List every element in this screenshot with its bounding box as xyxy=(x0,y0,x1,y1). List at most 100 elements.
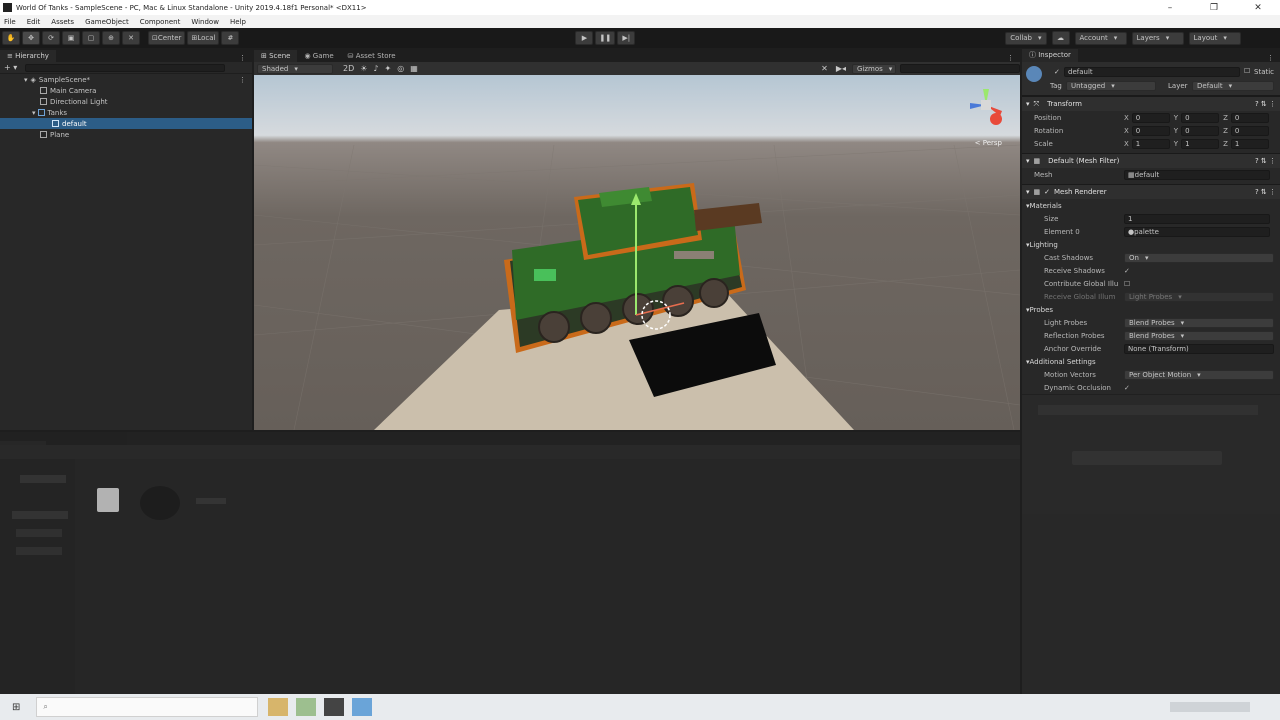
custom-tool-icon[interactable]: ✕ xyxy=(122,31,140,45)
menu-assets[interactable]: Assets xyxy=(51,18,74,26)
menu-help[interactable]: Help xyxy=(230,18,246,26)
expand-arrow-icon[interactable]: ▾ xyxy=(24,76,28,84)
camera-tools-icon[interactable]: ✕ xyxy=(821,64,828,73)
maximize-icon[interactable]: ❐ xyxy=(1192,3,1236,13)
object-name-field[interactable]: default xyxy=(1064,67,1240,77)
fold-arrow-icon[interactable]: ▾ xyxy=(1026,188,1030,196)
asset-thumbnail-mesh-icon[interactable] xyxy=(140,486,180,520)
taskbar-unity-icon[interactable] xyxy=(324,698,345,716)
component-settings-icon[interactable]: ? ⇅ ⋮ xyxy=(1255,100,1276,108)
add-icon[interactable]: + ▾ xyxy=(4,63,17,72)
panel-menu-icon[interactable]: ⋮ xyxy=(239,54,246,62)
anchor-override-field[interactable]: None (Transform) xyxy=(1124,343,1274,354)
receive-gi-dropdown[interactable]: Light Probes xyxy=(1124,291,1274,302)
static-checkbox[interactable]: ☐ xyxy=(1244,67,1250,75)
hidden-objects-icon[interactable]: ◎ xyxy=(397,64,404,73)
start-icon[interactable]: ⊞ xyxy=(12,702,20,713)
asset-thumbnail-material-icon[interactable] xyxy=(196,498,226,504)
scene-viewport[interactable]: < Persp xyxy=(254,75,1020,430)
layout-dropdown[interactable]: Layout xyxy=(1188,31,1241,45)
lighting-toggle-icon[interactable]: ☀ xyxy=(360,64,367,73)
layers-dropdown[interactable]: Layers xyxy=(1131,31,1184,45)
hierarchy-item-default[interactable]: default xyxy=(0,118,252,129)
folder-tree-item[interactable] xyxy=(16,529,62,537)
transform-tool-icon[interactable]: ⊕ xyxy=(102,31,120,45)
position-x-field[interactable]: 0 xyxy=(1131,112,1170,123)
tab-scene[interactable]: ⊞ Scene xyxy=(254,50,298,62)
contribute-gi-checkbox[interactable]: ☐ xyxy=(1124,280,1130,288)
scale-tool-icon[interactable]: ▣ xyxy=(62,31,80,45)
dynamic-occlusion-checkbox[interactable]: ✓ xyxy=(1124,384,1130,392)
hierarchy-search-input[interactable] xyxy=(25,63,226,72)
rotation-y-field[interactable]: 0 xyxy=(1181,125,1220,136)
taskbar-search-input[interactable]: ⌕ xyxy=(36,697,259,717)
scene-menu-icon[interactable]: ⋮ xyxy=(239,76,246,84)
materials-section[interactable]: ▾ Materials xyxy=(1022,199,1280,212)
tag-dropdown[interactable]: Untagged xyxy=(1066,81,1156,91)
mesh-renderer-header[interactable]: ▾ ▦ ✓ Mesh Renderer ? ⇅ ⋮ xyxy=(1022,184,1280,199)
taskbar-app-icon[interactable] xyxy=(352,698,373,716)
component-settings-icon[interactable]: ? ⇅ ⋮ xyxy=(1255,157,1276,165)
taskbar-app-explorer-icon[interactable] xyxy=(268,698,289,716)
menu-component[interactable]: Component xyxy=(140,18,181,26)
enabled-checkbox[interactable]: ✓ xyxy=(1044,188,1050,196)
play-button[interactable]: ▶ xyxy=(575,31,594,45)
fold-arrow-icon[interactable]: ▾ xyxy=(1026,100,1030,108)
cast-shadows-dropdown[interactable]: On xyxy=(1124,252,1274,263)
menu-file[interactable]: File xyxy=(4,18,16,26)
tab-asset-store[interactable]: ⛁ Asset Store xyxy=(341,50,403,62)
gizmos-dropdown[interactable]: Gizmos xyxy=(852,63,896,74)
component-settings-icon[interactable]: ? ⇅ ⋮ xyxy=(1255,188,1276,196)
pivot-button[interactable]: ⊡ Center xyxy=(148,31,186,45)
shading-mode-dropdown[interactable]: Shaded xyxy=(257,63,333,74)
material-object-field[interactable]: ● palette xyxy=(1124,226,1270,237)
motion-vectors-dropdown[interactable]: Per Object Motion xyxy=(1124,369,1274,380)
close-icon[interactable]: ✕ xyxy=(1236,3,1280,13)
menu-gameobject[interactable]: GameObject xyxy=(85,18,129,26)
tab-game[interactable]: ◉ Game xyxy=(297,50,340,62)
hierarchy-item-main-camera[interactable]: Main Camera xyxy=(0,85,252,96)
panel-menu-icon[interactable]: ⋮ xyxy=(1007,54,1014,62)
collab-dropdown[interactable]: Collab xyxy=(1005,31,1047,45)
light-probes-dropdown[interactable]: Blend Probes xyxy=(1124,317,1274,328)
receive-shadows-checkbox[interactable]: ✓ xyxy=(1124,267,1130,275)
rotation-z-field[interactable]: 0 xyxy=(1230,125,1269,136)
folder-tree-item[interactable] xyxy=(20,475,66,483)
effects-toggle-icon[interactable]: ✦ xyxy=(385,64,392,73)
hierarchy-item-tanks[interactable]: ▾ Tanks xyxy=(0,107,252,118)
pause-button[interactable]: ❚❚ xyxy=(595,31,616,45)
minimize-icon[interactable]: – xyxy=(1148,3,1192,13)
position-z-field[interactable]: 0 xyxy=(1230,112,1269,123)
mesh-object-field[interactable]: ▦ default xyxy=(1124,169,1270,180)
materials-size-field[interactable]: 1 xyxy=(1124,213,1270,224)
folder-tree-item[interactable] xyxy=(16,547,62,555)
rotate-tool-icon[interactable]: ⟳ xyxy=(42,31,60,45)
layer-dropdown[interactable]: Default xyxy=(1192,81,1274,91)
scale-y-field[interactable]: 1 xyxy=(1181,138,1220,149)
scale-z-field[interactable]: 1 xyxy=(1230,138,1269,149)
active-checkbox[interactable]: ✓ xyxy=(1054,68,1060,76)
hierarchy-item-plane[interactable]: Plane xyxy=(0,129,252,140)
scale-x-field[interactable]: 1 xyxy=(1131,138,1170,149)
hand-tool-icon[interactable]: ✋ xyxy=(2,31,20,45)
hierarchy-scene-row[interactable]: ▾ ◈ SampleScene* ⋮ xyxy=(0,74,252,85)
menu-edit[interactable]: Edit xyxy=(27,18,41,26)
expand-arrow-icon[interactable]: ▾ xyxy=(32,109,36,117)
scene-search-input[interactable] xyxy=(900,64,1020,73)
probes-section[interactable]: ▾ Probes xyxy=(1022,303,1280,316)
lighting-section[interactable]: ▾ Lighting xyxy=(1022,238,1280,251)
asset-thumbnail-file-icon[interactable] xyxy=(97,488,119,512)
transform-header[interactable]: ▾ ⤧ Transform ? ⇅ ⋮ xyxy=(1022,96,1280,111)
additional-settings-section[interactable]: ▾ Additional Settings xyxy=(1022,355,1280,368)
2d-toggle-icon[interactable]: 2D xyxy=(343,64,354,73)
folder-tree-item[interactable] xyxy=(12,511,68,519)
move-tool-icon[interactable]: ✥ xyxy=(22,31,40,45)
tab-hierarchy[interactable]: ≡ Hierarchy xyxy=(0,50,56,62)
hierarchy-item-directional-light[interactable]: Directional Light xyxy=(0,96,252,107)
position-y-field[interactable]: 0 xyxy=(1181,112,1220,123)
taskbar-app-icon[interactable] xyxy=(296,698,317,716)
camera-settings-icon[interactable]: ▶◂ xyxy=(836,64,846,73)
lock-icon[interactable]: ⋮ xyxy=(1267,54,1274,62)
fold-arrow-icon[interactable]: ▾ xyxy=(1026,157,1030,165)
audio-toggle-icon[interactable]: ♪ xyxy=(373,64,378,73)
